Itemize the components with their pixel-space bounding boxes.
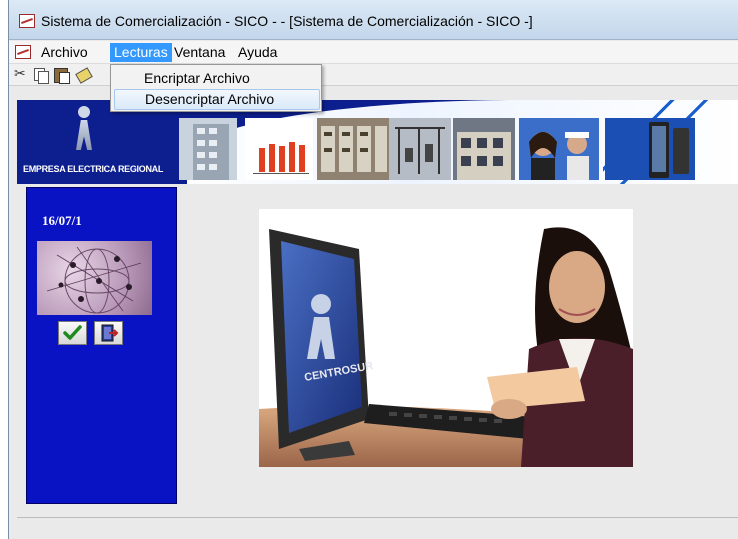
exit-button[interactable] bbox=[94, 321, 123, 345]
menu-item-desencriptar-archivo[interactable]: Desencriptar Archivo bbox=[114, 89, 320, 110]
main-illustration-image: CENTROSUR bbox=[259, 209, 633, 467]
application-window: Sistema de Comercialización - SICO - - [… bbox=[8, 0, 738, 539]
tablet-photo bbox=[605, 118, 695, 180]
menu-item-encriptar-archivo[interactable]: Encriptar Archivo bbox=[114, 68, 320, 89]
control-room-photo bbox=[317, 118, 389, 180]
network-globe-image bbox=[37, 241, 152, 315]
menu-lecturas[interactable]: Lecturas bbox=[110, 43, 172, 62]
status-bar bbox=[17, 517, 738, 539]
window-menu-icon[interactable] bbox=[15, 45, 31, 59]
cut-icon[interactable] bbox=[13, 65, 29, 82]
title-bar[interactable]: Sistema de Comercialización - SICO - - [… bbox=[9, 0, 738, 40]
checkmark-icon bbox=[63, 325, 82, 340]
bar-chart-photo bbox=[245, 118, 313, 180]
building-photo bbox=[179, 118, 237, 180]
menu-ayuda[interactable]: Ayuda bbox=[234, 43, 281, 62]
menu-bar: Archivo Lecturas Ventana Ayuda bbox=[9, 41, 738, 64]
edit-icon[interactable] bbox=[75, 67, 91, 82]
window-title: Sistema de Comercialización - SICO - - [… bbox=[41, 13, 533, 29]
exit-door-icon bbox=[101, 324, 119, 342]
banner-company-name: EMPRESA ELECTRICA REGIONAL bbox=[23, 164, 164, 174]
office-building-photo bbox=[453, 118, 515, 180]
lecturas-dropdown-menu: Encriptar Archivo Desencriptar Archivo bbox=[110, 64, 322, 112]
menu-ventana[interactable]: Ventana bbox=[170, 43, 229, 62]
substation-photo bbox=[389, 118, 451, 180]
copy-icon[interactable] bbox=[33, 67, 49, 84]
sidebar-panel: 16/07/1 bbox=[26, 187, 177, 504]
call-center-photo bbox=[519, 118, 599, 180]
accept-button[interactable] bbox=[58, 321, 87, 345]
menu-archivo[interactable]: Archivo bbox=[37, 43, 92, 62]
paste-icon[interactable] bbox=[53, 67, 70, 84]
company-mascot-logo bbox=[73, 106, 95, 152]
app-logo-icon[interactable] bbox=[19, 14, 35, 28]
sidebar-date: 16/07/1 bbox=[42, 213, 82, 228]
header-banner: EMPRESA ELECTRICA REGIONAL bbox=[17, 100, 738, 184]
